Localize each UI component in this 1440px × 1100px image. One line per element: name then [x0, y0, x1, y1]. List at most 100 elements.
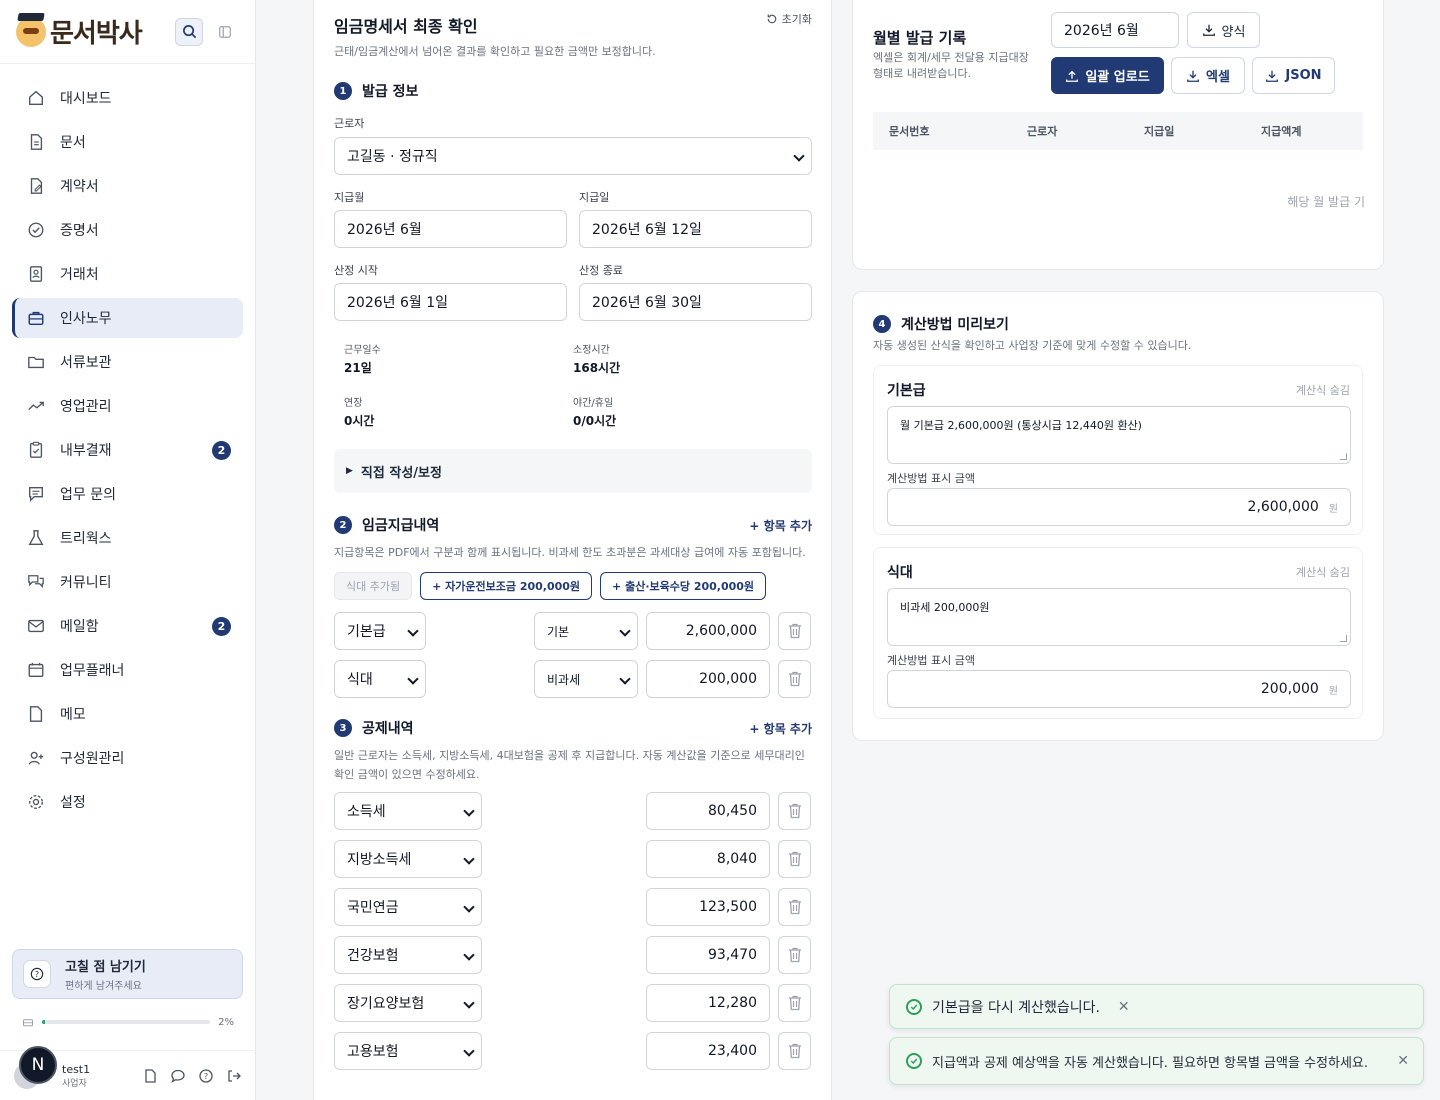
- storage-percent: 2%: [218, 1016, 234, 1028]
- bulk-upload-label: 일괄 업로드: [1085, 70, 1150, 85]
- sidebar-item-triworks[interactable]: 트리웍스: [12, 518, 243, 558]
- sidebar-item-contracts[interactable]: 계약서: [12, 166, 243, 206]
- logout-icon[interactable]: [226, 1068, 242, 1084]
- sidebar-item-label: 계약서: [60, 179, 99, 195]
- sidebar-item-label: 거래처: [60, 267, 99, 283]
- sidebar-item-memo[interactable]: 메모: [12, 694, 243, 734]
- delete-deduction-row-button[interactable]: [778, 936, 811, 974]
- sidebar-item-certificates[interactable]: 증명서: [12, 210, 243, 250]
- calc-preview-panel: 4 계산방법 미리보기 자동 생성된 산식을 확인하고 사업장 기준에 맞게 수…: [852, 291, 1384, 741]
- deduction-item-select[interactable]: 장기요양보험: [334, 984, 482, 1022]
- delete-pay-row-button[interactable]: [778, 612, 811, 650]
- briefcase-icon: [26, 308, 46, 328]
- delete-deduction-row-button[interactable]: [778, 840, 811, 878]
- pay-month-input[interactable]: 2026년 6월: [334, 210, 567, 248]
- deduction-row: 고용보험 23,400: [334, 1032, 812, 1080]
- sidebar-item-inquiry[interactable]: 업무 문의: [12, 474, 243, 514]
- display-amount-input[interactable]: 2,600,000 원: [887, 488, 1351, 526]
- pay-item-select[interactable]: 기본급: [334, 612, 426, 650]
- flask-icon: [26, 528, 46, 548]
- display-amount-input[interactable]: 200,000 원: [887, 670, 1351, 708]
- template-download-button[interactable]: 양식: [1187, 12, 1260, 48]
- sidebar-item-approval[interactable]: 내부결재 2: [12, 430, 243, 470]
- formula-textarea[interactable]: 월 기본급 2,600,000원 (통상시급 12,440원 환산): [887, 406, 1351, 464]
- won-unit: 원: [1328, 685, 1338, 697]
- user-initial-badge[interactable]: N: [19, 1046, 57, 1084]
- sidebar-item-clients[interactable]: 거래처: [12, 254, 243, 294]
- reset-button[interactable]: 초기화: [766, 11, 812, 27]
- work-days-value: 21일: [344, 361, 372, 375]
- delete-pay-row-button[interactable]: [778, 660, 811, 698]
- deduction-amount-input[interactable]: 8,040: [646, 840, 770, 878]
- chat-bubble-icon[interactable]: [170, 1068, 186, 1084]
- pay-type-select[interactable]: 비과세: [534, 660, 638, 698]
- calc-start-label: 산정 시작: [334, 264, 378, 277]
- delete-deduction-row-button[interactable]: [778, 1032, 811, 1070]
- sidebar-item-documents[interactable]: 문서: [12, 122, 243, 162]
- add-childcare-allowance-chip[interactable]: + 출산·보육수당 200,000원: [600, 572, 767, 600]
- bulk-upload-button[interactable]: 일괄 업로드: [1051, 57, 1164, 94]
- deduction-item-select[interactable]: 건강보험: [334, 936, 482, 974]
- close-icon[interactable]: ✕: [1118, 999, 1130, 1015]
- deduction-row: 장기요양보험 12,280: [334, 984, 812, 1032]
- pay-amount-input[interactable]: 200,000: [646, 660, 770, 698]
- calc-end-input[interactable]: 2026년 6월 30일: [579, 283, 812, 321]
- delete-deduction-row-button[interactable]: [778, 792, 811, 830]
- pay-type-select[interactable]: 기본: [534, 612, 638, 650]
- deduction-amount-input[interactable]: 12,280: [646, 984, 770, 1022]
- hide-formula-button[interactable]: 계산식 숨김: [1296, 564, 1350, 580]
- brand-name[interactable]: 문서박사: [50, 13, 143, 50]
- sidebar-item-settings[interactable]: 설정: [12, 782, 243, 822]
- document-icon[interactable]: [142, 1068, 158, 1084]
- storage-usage: 2%: [22, 1016, 234, 1028]
- deduction-item-value: 국민연금: [347, 900, 399, 916]
- formula-textarea[interactable]: 비과세 200,000원: [887, 588, 1351, 646]
- pay-date-input[interactable]: 2026년 6월 12일: [579, 210, 812, 248]
- deduction-item-select[interactable]: 국민연금: [334, 888, 482, 926]
- calc-start-input[interactable]: 2026년 6월 1일: [334, 283, 567, 321]
- search-button[interactable]: [175, 17, 203, 46]
- sidebar-item-dashboard[interactable]: 대시보드: [12, 78, 243, 118]
- collapse-sidebar-button[interactable]: [211, 18, 239, 46]
- deduction-item-select[interactable]: 지방소득세: [334, 840, 482, 878]
- hide-formula-button[interactable]: 계산식 숨김: [1296, 382, 1350, 398]
- sidebar-item-archive[interactable]: 서류보관: [12, 342, 243, 382]
- sidebar-item-label: 업무플래너: [60, 663, 125, 679]
- toast-notification: 기본급을 다시 계산했습니다. ✕: [889, 984, 1424, 1029]
- sidebar-item-community[interactable]: 커뮤니티: [12, 562, 243, 602]
- deduction-amount-input[interactable]: 93,470: [646, 936, 770, 974]
- feedback-button[interactable]: ? 고칠 점 남기기 편하게 남겨주세요: [12, 949, 243, 999]
- deduction-amount-input[interactable]: 123,500: [646, 888, 770, 926]
- sidebar-item-planner[interactable]: 업무플래너: [12, 650, 243, 690]
- records-table-header: 문서번호 근로자 지급일 지급액계: [873, 112, 1363, 150]
- calendar-icon: [26, 660, 46, 680]
- delete-deduction-row-button[interactable]: [778, 984, 811, 1022]
- add-deduction-item-button[interactable]: + 항목 추가: [749, 720, 812, 737]
- pay-heading: 임금지급내역: [362, 518, 440, 534]
- pay-item-select[interactable]: 식대: [334, 660, 426, 698]
- download-icon: [1266, 70, 1279, 82]
- sidebar-item-members[interactable]: 구성원관리: [12, 738, 243, 778]
- deduction-amount-input[interactable]: 23,400: [646, 1032, 770, 1070]
- sidebar-item-sales[interactable]: 영업관리: [12, 386, 243, 426]
- deduction-item-select[interactable]: 고용보험: [334, 1032, 482, 1070]
- deduction-amount-input[interactable]: 80,450: [646, 792, 770, 830]
- json-label: JSON: [1285, 68, 1322, 83]
- worker-value: 고길동 · 정규직: [347, 149, 438, 165]
- pay-amount-input[interactable]: 2,600,000: [646, 612, 770, 650]
- sidebar-item-hr[interactable]: 인사노무: [12, 298, 243, 338]
- worker-select[interactable]: 고길동 · 정규직: [334, 137, 812, 175]
- delete-deduction-row-button[interactable]: [778, 888, 811, 926]
- help-icon[interactable]: ?: [198, 1068, 214, 1084]
- sidebar-item-mail[interactable]: 메일함 2: [12, 606, 243, 646]
- calc-card: 기본급 계산식 숨김 월 기본급 2,600,000원 (통상시급 12,440…: [873, 365, 1363, 535]
- manual-edit-toggle[interactable]: ▶ 직접 작성/보정: [334, 449, 812, 493]
- worker-label: 근로자: [334, 117, 365, 130]
- close-icon[interactable]: ✕: [1397, 1053, 1409, 1069]
- excel-download-button[interactable]: 엑셀: [1171, 57, 1245, 94]
- add-pay-item-button[interactable]: + 항목 추가: [749, 517, 812, 534]
- month-picker-input[interactable]: 2026년 6월: [1051, 12, 1179, 48]
- json-download-button[interactable]: JSON: [1252, 57, 1335, 94]
- deduction-item-select[interactable]: 소득세: [334, 792, 482, 830]
- add-car-allowance-chip[interactable]: + 자가운전보조금 200,000원: [420, 572, 593, 600]
